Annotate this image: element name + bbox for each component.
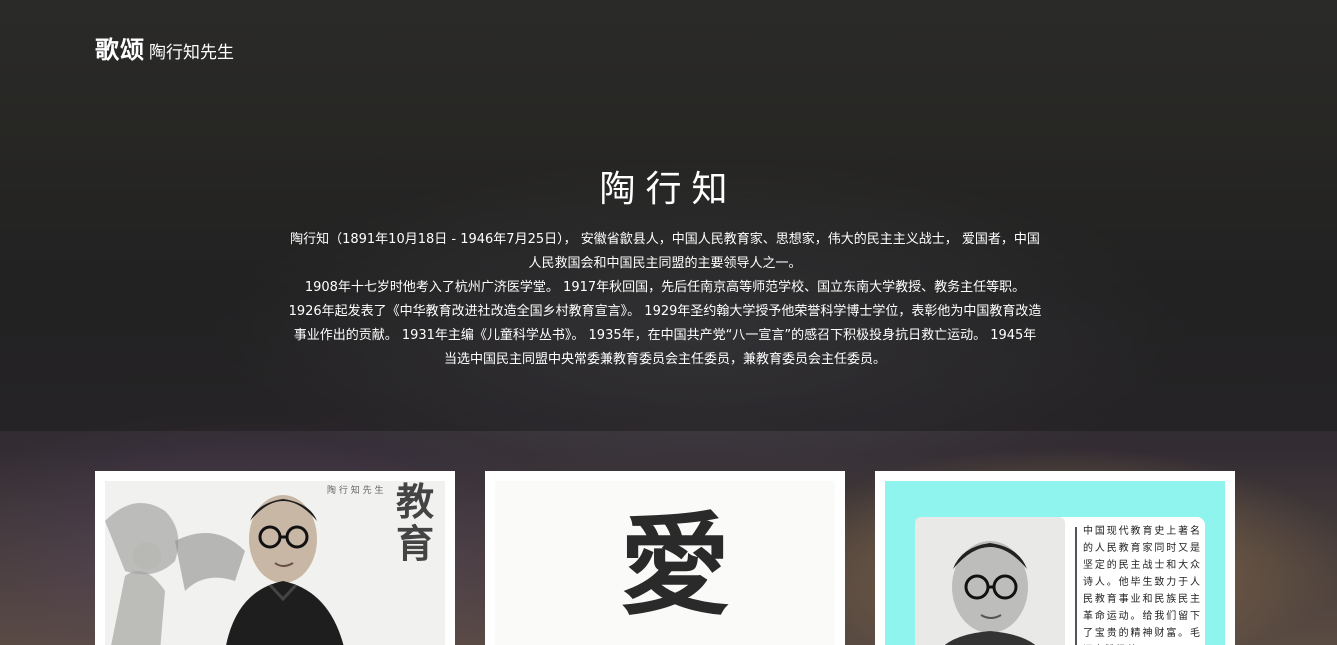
portrait-sketch-image: 陶 行 知 先 生 教育 bbox=[105, 481, 445, 645]
page-title: 陶行知 bbox=[599, 169, 738, 211]
svg-text:陶 行 知 先 生: 陶 行 知 先 生 bbox=[327, 484, 383, 496]
divider bbox=[1075, 527, 1077, 645]
quote-text: 中国现代教育史上著名的人民教育家同时又是坚定的民主战士和大众诗人。他毕生致力于人… bbox=[1083, 526, 1201, 639]
biography-paragraph: 陶行知（1891年10月18日 - 1946年7月25日）， 安徽省歙县人，中国… bbox=[290, 232, 1040, 271]
biography-paragraph: 1908年十七岁时他考入了杭州广济医学堂。 1917年秋回国，先后任南京高等师范… bbox=[288, 280, 1042, 367]
quote-panel: 中国现代教育史上著名的人民教育家同时又是坚定的民主战士和大众诗人。他毕生致力于人… bbox=[915, 517, 1205, 645]
biography-text: 陶行知（1891年10月18日 - 1946年7月25日）， 安徽省歙县人，中国… bbox=[288, 228, 1042, 372]
page: 歌颂 陶行知先生 陶行知 陶行知（1891年10月18日 - 1946年7月25日… bbox=[0, 0, 1337, 645]
brand-title: 歌颂 bbox=[95, 36, 145, 64]
portrait-photo bbox=[915, 517, 1065, 645]
gallery-card-portrait-sketch[interactable]: 陶 行 知 先 生 教育 bbox=[95, 471, 455, 645]
calligraphy-love: 愛 bbox=[620, 501, 730, 630]
gallery-card-quote[interactable]: 中国现代教育史上著名的人民教育家同时又是坚定的民主战士和大众诗人。他毕生致力于人… bbox=[875, 471, 1235, 645]
quote-image: 中国现代教育史上著名的人民教育家同时又是坚定的民主战士和大众诗人。他毕生致力于人… bbox=[885, 481, 1225, 645]
calligraphy-image: 愛 bbox=[495, 481, 835, 645]
hero-section: 歌颂 陶行知先生 陶行知 陶行知（1891年10月18日 - 1946年7月25日… bbox=[0, 0, 1337, 431]
calligraphy-education: 教育 bbox=[395, 481, 434, 566]
gallery-card-calligraphy[interactable]: 愛 bbox=[485, 471, 845, 645]
brand-subtitle: 陶行知先生 bbox=[149, 43, 234, 63]
gallery: 陶 行 知 先 生 教育 愛 中国现代教育史上著名的人民教育家同时又是坚定的民主… bbox=[95, 471, 1235, 645]
site-brand[interactable]: 歌颂 陶行知先生 bbox=[95, 30, 234, 65]
